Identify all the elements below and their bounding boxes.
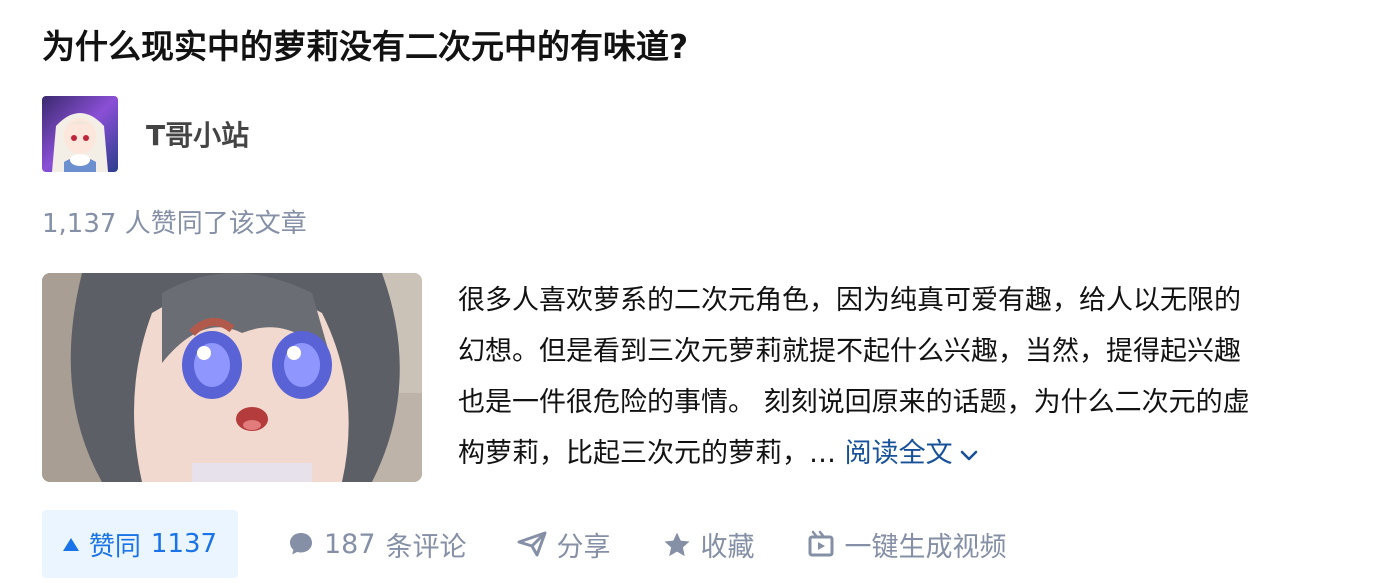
comment-count: 187 — [324, 528, 376, 560]
chevron-down-icon — [959, 429, 979, 480]
excerpt-line: 构萝莉，比起三次元的萝莉，… — [458, 438, 845, 469]
author-row: T哥小站 — [42, 96, 249, 172]
cover-image[interactable] — [42, 273, 422, 482]
read-more-link[interactable]: 阅读全文 — [845, 438, 979, 469]
star-icon — [664, 532, 690, 556]
excerpt-line: 也是一件很危险的事情。 刻刻说回原来的话题，为什么二次元的虚 — [458, 387, 1250, 418]
read-more-label: 阅读全文 — [844, 438, 953, 469]
favorite-button[interactable]: 收藏 — [663, 525, 755, 564]
article-card: 为什么现实中的萝莉没有二次元中的有味道? T哥小站 1,137 人赞同了该文章 — [0, 0, 1384, 583]
video-label: 一键生成视频 — [844, 531, 1007, 563]
triangle-up-icon — [62, 537, 79, 551]
vote-summary: 1,137 人赞同了该文章 — [42, 209, 307, 239]
video-generate-icon — [808, 530, 834, 557]
paper-plane-icon — [517, 531, 547, 557]
share-button[interactable]: 分享 — [517, 525, 611, 564]
comment-button[interactable]: 187 条评论 — [288, 525, 467, 564]
upvote-count: 1137 — [150, 529, 218, 559]
share-label: 分享 — [556, 531, 611, 563]
excerpt-line: 幻想。但是看到三次元萝莉就提不起什么兴趣，当然，提得起兴趣 — [458, 336, 1241, 367]
article-excerpt[interactable]: 很多人喜欢萝系的二次元角色，因为纯真可爱有趣，给人以无限的 幻想。但是看到三次元… — [458, 275, 1348, 479]
excerpt-last-line: 构萝莉，比起三次元的萝莉，… 阅读全文 — [458, 428, 1348, 479]
excerpt-line: 很多人喜欢萝系的二次元角色，因为纯真可爱有趣，给人以无限的 — [458, 285, 1241, 316]
favorite-label: 收藏 — [700, 531, 755, 563]
comment-label: 条评论 — [385, 531, 467, 563]
comment-bubble-icon — [290, 533, 312, 555]
generate-video-button[interactable]: 一键生成视频 — [807, 525, 1007, 564]
author-name[interactable]: T哥小站 — [146, 114, 249, 154]
upvote-label: 赞同 — [88, 531, 141, 562]
upvote-button[interactable]: 赞同 1137 — [42, 510, 238, 578]
action-bar: 赞同 1137 187 条评论 分享 收藏 一键生成视频 — [42, 510, 1007, 578]
article-title[interactable]: 为什么现实中的萝莉没有二次元中的有味道? — [42, 24, 688, 70]
author-avatar[interactable] — [42, 96, 118, 172]
